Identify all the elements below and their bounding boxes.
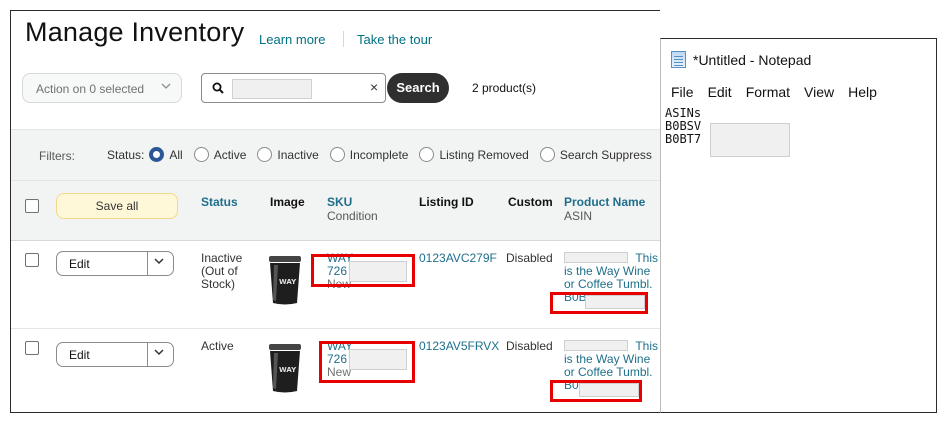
page-title: Manage Inventory <box>25 17 245 47</box>
status-filter-search-suppressed[interactable]: Search Suppress <box>539 147 652 162</box>
bulk-action-dropdown[interactable]: Action on 0 selected <box>22 73 182 103</box>
row-listing-id[interactable]: 0123AV5FRVX <box>419 340 499 353</box>
notepad-line: B0BT7 <box>665 132 702 146</box>
column-header-product-name[interactable]: Product Name ASIN <box>564 195 645 223</box>
menu-format[interactable]: Format <box>746 84 790 100</box>
radio-icon[interactable] <box>419 147 435 162</box>
search-input[interactable] <box>232 79 312 99</box>
filters-bar: Filters: Status: All Active Inactive Inc… <box>11 129 660 181</box>
chevron-down-icon <box>154 347 164 360</box>
row-checkbox[interactable] <box>25 341 39 355</box>
header-divider <box>343 31 344 47</box>
menu-view[interactable]: View <box>804 84 834 100</box>
notepad-title: *Untitled - Notepad <box>693 51 812 68</box>
row-status: Inactive (Out of Stock) <box>201 251 243 291</box>
chevron-down-icon <box>161 81 171 94</box>
chevron-down-icon <box>154 256 164 269</box>
search-button[interactable]: Search <box>387 73 449 103</box>
column-header-status[interactable]: Status <box>201 195 238 209</box>
svg-text:WAY: WAY <box>279 366 297 374</box>
table-header: Save all Status Image SKU Condition List… <box>11 181 660 241</box>
menu-help[interactable]: Help <box>848 84 877 100</box>
status-filter-active[interactable]: Active <box>193 147 246 162</box>
column-header-sku[interactable]: SKU Condition <box>327 195 378 223</box>
notepad-text-area[interactable]: ASINs B0BSV B0BT7 <box>665 107 701 146</box>
edit-action-select[interactable]: Edit <box>56 251 174 276</box>
product-count: 2 product(s) <box>472 81 537 95</box>
magnifier-icon <box>212 81 224 94</box>
column-header-listing-id: Listing ID <box>419 195 474 209</box>
asin-highlight-box <box>550 292 648 314</box>
status-filter-inactive[interactable]: Inactive <box>257 147 319 162</box>
notepad-menu-bar: File Edit Format View Help <box>671 84 877 100</box>
notepad-icon <box>671 51 686 68</box>
select-all-checkbox[interactable] <box>25 199 39 213</box>
status-filter-all[interactable]: All <box>149 147 183 162</box>
status-filter-incomplete[interactable]: Incomplete <box>329 147 408 162</box>
screenshot-frame: Manage Inventory Learn more Take the tou… <box>0 0 945 423</box>
radio-icon[interactable] <box>257 147 273 162</box>
notepad-window: *Untitled - Notepad File Edit Format Vie… <box>660 38 937 413</box>
row-custom: Disabled <box>506 251 553 265</box>
search-box[interactable]: × <box>201 73 386 103</box>
filters-label: Filters: <box>39 149 75 163</box>
row-status: Active <box>201 339 234 353</box>
save-all-button[interactable]: Save all <box>56 193 178 219</box>
column-header-image: Image <box>270 195 305 209</box>
product-thumbnail[interactable]: WAY <box>263 343 307 400</box>
status-filter-listing-removed[interactable]: Listing Removed <box>419 147 529 162</box>
radio-icon[interactable] <box>329 147 345 162</box>
row-custom: Disabled <box>506 339 553 353</box>
asin-highlight-box <box>550 380 642 402</box>
table-row: Edit Inactive (Out of Stock) WAY WAY 726… <box>11 241 660 329</box>
menu-edit[interactable]: Edit <box>708 84 732 100</box>
bulk-action-label: Action on 0 selected <box>36 82 145 96</box>
row-checkbox[interactable] <box>25 253 39 267</box>
table-row: Edit Active WAY WAY 726 New 0123AV5FRVX … <box>11 329 660 412</box>
radio-icon[interactable] <box>539 147 555 162</box>
edit-action-select[interactable]: Edit <box>56 342 174 367</box>
sku-highlight-box <box>319 341 415 383</box>
take-tour-link[interactable]: Take the tour <box>357 32 432 47</box>
menu-file[interactable]: File <box>671 84 694 100</box>
manage-inventory-panel: Manage Inventory Learn more Take the tou… <box>10 10 660 413</box>
learn-more-link[interactable]: Learn more <box>259 32 325 47</box>
notepad-title-bar: *Untitled - Notepad <box>671 51 811 68</box>
radio-icon[interactable] <box>193 147 209 162</box>
radio-selected-icon[interactable] <box>149 147 165 162</box>
redacted-asin-list <box>710 123 790 157</box>
clear-search-icon[interactable]: × <box>370 79 378 95</box>
column-header-custom: Custom <box>508 195 553 209</box>
product-thumbnail[interactable]: WAY <box>263 255 307 312</box>
svg-text:WAY: WAY <box>279 278 297 286</box>
status-filter-group: Status: All Active Inactive Incomplete L… <box>107 147 658 162</box>
status-label: Status: <box>107 147 145 162</box>
sku-highlight-box <box>311 254 415 287</box>
row-listing-id[interactable]: 0123AVC279F <box>419 252 497 265</box>
